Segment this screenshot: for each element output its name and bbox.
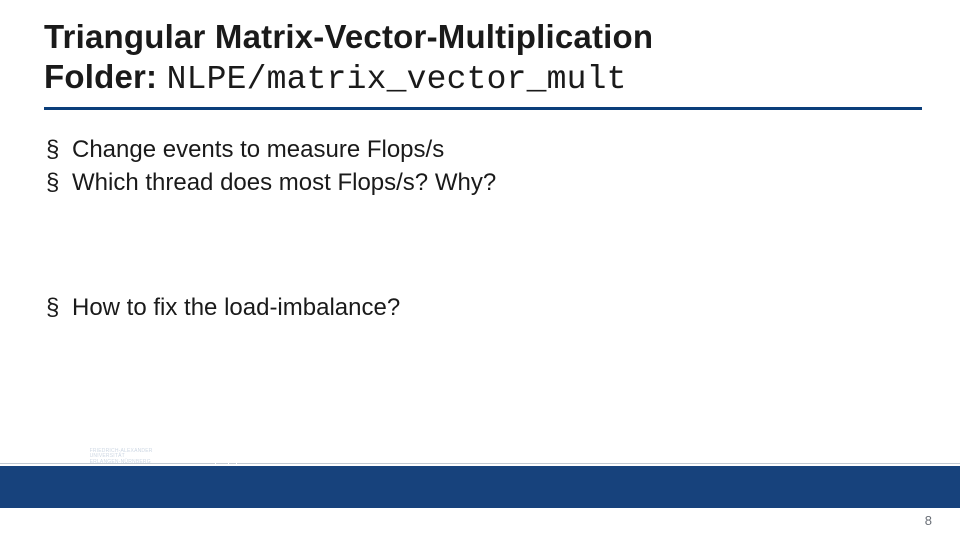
bullet-item: Change events to measure Flops/s [44, 134, 924, 165]
footer-bar: FAU FRIEDRICH-ALEXANDER UNIVERSITÄT ERLA… [0, 466, 960, 508]
bullet-group-2: How to fix the load-imbalance? [44, 292, 924, 323]
title-folder-label: Folder: [44, 58, 167, 95]
slide: Triangular Matrix-Vector-Multiplication … [0, 0, 960, 540]
slide-title: Triangular Matrix-Vector-Multiplication … [44, 18, 924, 98]
rrze-logo: ГГ [196, 448, 238, 466]
rrze-logo-text: ГГ [196, 448, 215, 466]
rrze-box-icon [215, 451, 229, 465]
bullet-item: Which thread does most Flops/s? Why? [44, 167, 924, 198]
bullet-item: How to fix the load-imbalance? [44, 292, 924, 323]
title-folder-path: NLPE/matrix_vector_mult [167, 61, 627, 98]
title-line-1: Triangular Matrix-Vector-Multiplication [44, 18, 924, 56]
rrze-box-icon [230, 451, 237, 465]
fau-sub-line: ERLANGEN-NÜRNBERG [90, 459, 151, 465]
fau-logo-text: FAU [42, 446, 84, 468]
slide-body: Change events to measure Flops/s Which t… [44, 134, 924, 326]
title-divider [44, 107, 922, 110]
spacer [44, 200, 924, 292]
title-line-2: Folder: NLPE/matrix_vector_mult [44, 58, 924, 98]
bullet-group-1: Change events to measure Flops/s Which t… [44, 134, 924, 198]
fau-logo: FAU FRIEDRICH-ALEXANDER UNIVERSITÄT ERLA… [42, 446, 153, 468]
page-number: 8 [925, 513, 932, 528]
fau-logo-subtext: FRIEDRICH-ALEXANDER UNIVERSITÄT ERLANGEN… [90, 449, 153, 466]
